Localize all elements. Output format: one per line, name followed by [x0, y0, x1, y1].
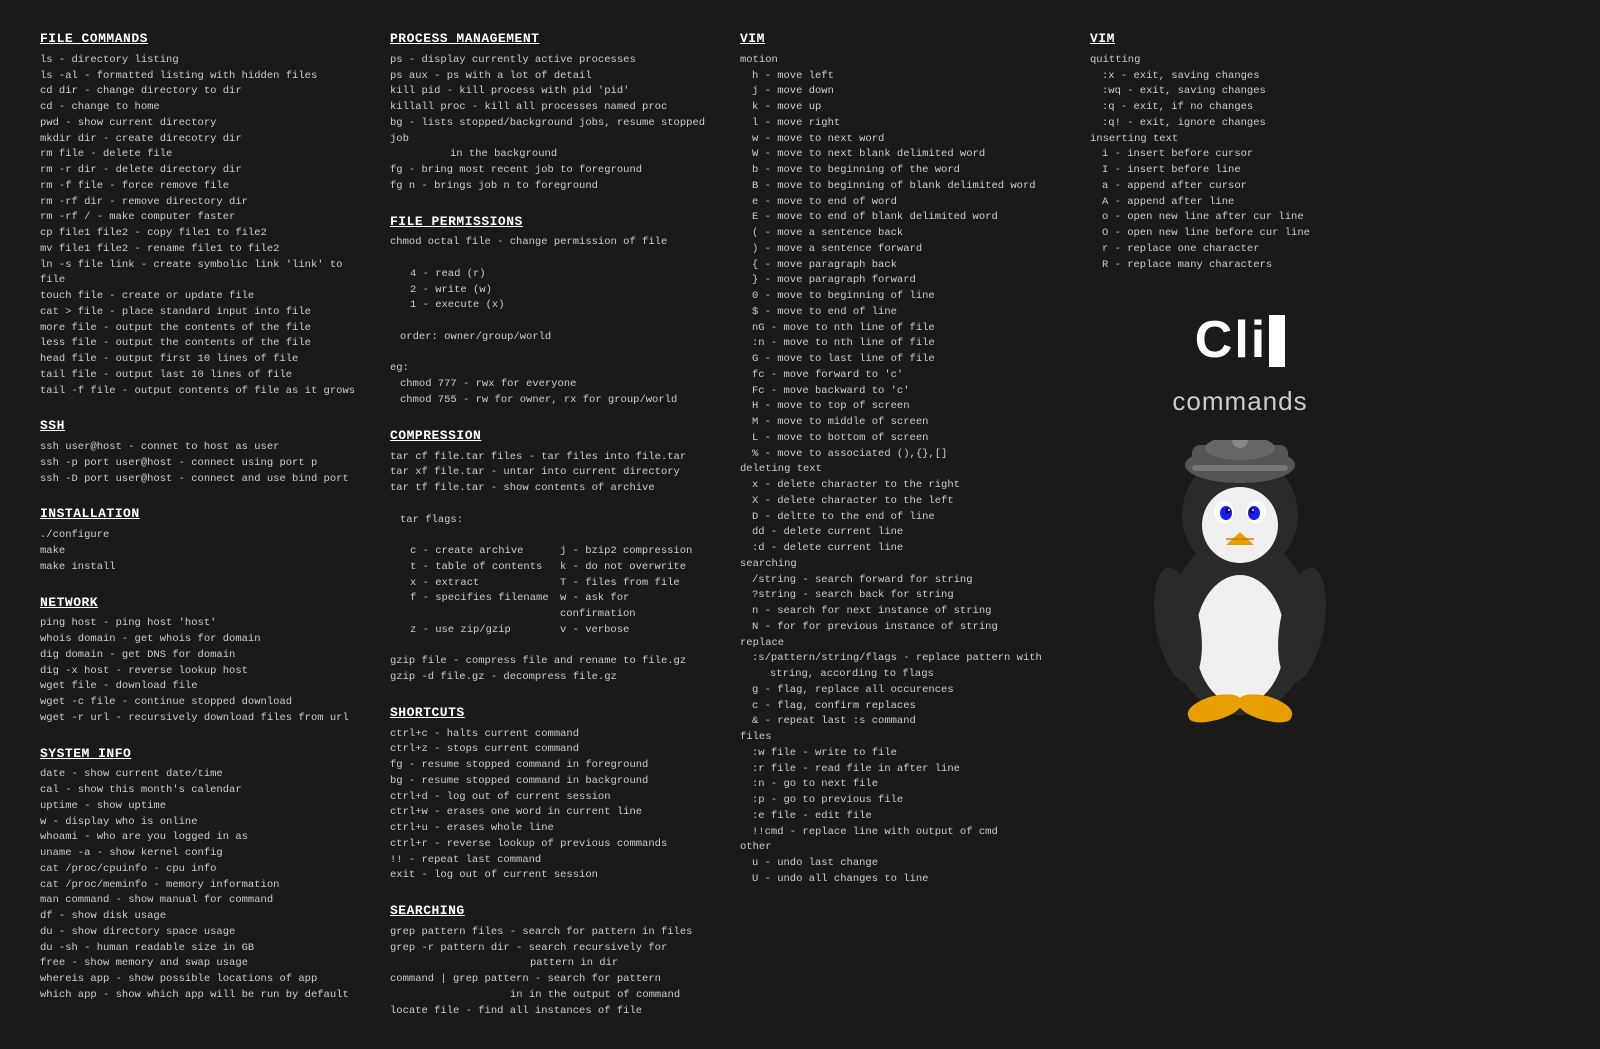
network-content: ping host - ping host 'host' whois domai…: [40, 616, 360, 726]
shortcuts-content: ctrl+c - halts current command ctrl+z - …: [390, 727, 710, 885]
vim-col3-title: VIM: [740, 30, 1060, 49]
ssh-title: SSH: [40, 417, 360, 436]
penguin-area: Cli commands: [1090, 303, 1390, 720]
column-4: VIM quitting :x - exit, saving changes :…: [1090, 30, 1390, 1019]
commands-label: commands: [1172, 383, 1307, 421]
system-info-title: SYSTEM INFO: [40, 745, 360, 764]
tar-flags-table: c - create archivej - bzip2 compression …: [390, 544, 710, 639]
compression-title: COMPRESSION: [390, 427, 710, 446]
column-2: PROCESS MANAGEMENT ps - display currentl…: [390, 30, 710, 1019]
file-permissions-title: FILE PERMISSIONS: [390, 213, 710, 232]
vim-col3-content: motion h - move left j - move down k - m…: [740, 53, 1060, 888]
system-info-content: date - show current date/time cal - show…: [40, 767, 360, 1003]
cli-logo-text: Cli: [1195, 303, 1285, 378]
installation-title: INSTALLATION: [40, 505, 360, 524]
tux-penguin: [1130, 440, 1350, 720]
process-management-content: ps - display currently active processes …: [390, 53, 710, 195]
ssh-content: ssh user@host - connet to host as user s…: [40, 440, 360, 487]
file-commands-content: ls - directory listing ls -al - formatte…: [40, 53, 360, 400]
installation-content: ./configure make make install: [40, 528, 360, 575]
compression-content: tar cf file.tar files - tar files into f…: [390, 450, 710, 686]
searching-content: grep pattern files - search for pattern …: [390, 925, 710, 1020]
column-3: VIM motion h - move left j - move down k…: [740, 30, 1060, 1019]
network-title: NETWORK: [40, 594, 360, 613]
column-1: FILE COMMANDS ls - directory listing ls …: [40, 30, 360, 1019]
file-commands-title: FILE COMMANDS: [40, 30, 360, 49]
process-management-title: PROCESS MANAGEMENT: [390, 30, 710, 49]
cli-cursor-block: [1269, 315, 1285, 367]
vim-col4-title: VIM: [1090, 30, 1390, 49]
shortcuts-title: SHORTCUTS: [390, 704, 710, 723]
vim-col4-content: quitting :x - exit, saving changes :wq -…: [1090, 53, 1390, 274]
searching-title: SEARCHING: [390, 902, 710, 921]
main-grid: FILE COMMANDS ls - directory listing ls …: [40, 30, 1560, 1019]
file-permissions-content: chmod octal file - change permission of …: [390, 235, 710, 408]
